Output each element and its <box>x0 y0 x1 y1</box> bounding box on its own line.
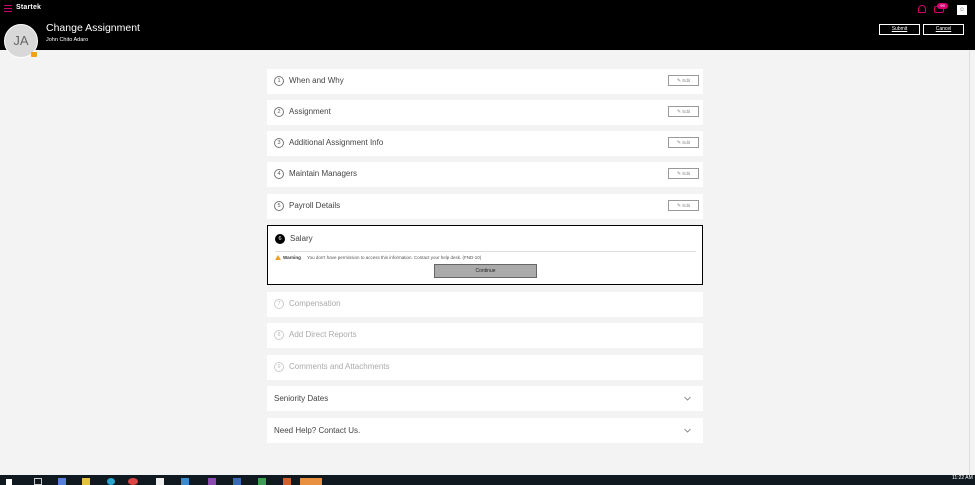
edit-button[interactable]: ✎ Edit <box>668 75 699 86</box>
warning-title: Warning <box>283 255 301 260</box>
edit-label: Edit <box>682 171 691 176</box>
notifications-icon[interactable] <box>918 5 926 13</box>
warning-icon <box>275 255 281 260</box>
step-number: 7 <box>274 299 284 309</box>
browser-icon[interactable] <box>107 478 115 485</box>
pencil-icon: ✎ <box>676 140 682 146</box>
step-number: 5 <box>274 201 284 211</box>
user-menu-icon[interactable]: ☺ <box>957 5 967 15</box>
page-header: JA Change Assignment John Chito Adaro Su… <box>0 18 975 58</box>
section-compensation: 7 Compensation <box>267 292 703 317</box>
section-label: Maintain Managers <box>289 169 358 178</box>
edit-button[interactable]: ✎ Edit <box>668 137 699 148</box>
app-icon[interactable] <box>283 478 291 485</box>
app-icon[interactable] <box>233 478 241 485</box>
section-assignment: 2 Assignment ✎ Edit <box>267 100 703 125</box>
step-number: 6 <box>275 234 285 244</box>
section-when-and-why: 1 When and Why ✎ Edit <box>267 69 703 94</box>
chrome-icon[interactable] <box>128 478 138 485</box>
notification-count-badge: 99 <box>937 3 948 9</box>
edit-label: Edit <box>682 78 691 83</box>
pencil-icon: ✎ <box>676 203 682 209</box>
section-label: Comments and Attachments <box>289 362 390 371</box>
edit-button[interactable]: ✎ Edit <box>668 106 699 117</box>
step-number: 9 <box>274 362 284 372</box>
page-scrollbar[interactable] <box>969 50 975 475</box>
section-additional-assignment-info: 3 Additional Assignment Info ✎ Edit <box>267 131 703 156</box>
top-bar: Startek 99 ☺ <box>0 0 975 18</box>
step-number: 2 <box>274 107 284 117</box>
app-icon[interactable] <box>58 478 66 485</box>
notepad-icon[interactable] <box>156 478 164 485</box>
panel-label: Seniority Dates <box>274 394 329 403</box>
warning-message: You don't have permission to access this… <box>307 255 482 260</box>
seniority-dates-panel[interactable]: Seniority Dates <box>267 386 703 411</box>
section-comments-and-attachments: 9 Comments and Attachments <box>267 355 703 380</box>
active-app-icon[interactable] <box>300 478 322 485</box>
excel-icon[interactable] <box>258 478 266 485</box>
cancel-button[interactable]: Cancel <box>923 24 964 35</box>
pencil-icon: ✎ <box>676 78 682 84</box>
edit-label: Edit <box>682 109 691 114</box>
menu-icon[interactable] <box>4 5 12 12</box>
presence-indicator <box>31 52 37 57</box>
section-salary: 6 Salary Warning You don't have permissi… <box>267 225 703 285</box>
chevron-down-icon[interactable] <box>684 396 691 401</box>
need-help-panel[interactable]: Need Help? Contact Us. <box>267 418 703 443</box>
step-number: 1 <box>274 76 284 86</box>
edit-button[interactable]: ✎ Edit <box>668 200 699 211</box>
section-label: Additional Assignment Info <box>289 138 384 147</box>
section-maintain-managers: 4 Maintain Managers ✎ Edit <box>267 162 703 187</box>
section-label: Add Direct Reports <box>289 330 357 339</box>
brand-logo[interactable]: Startek <box>16 4 41 11</box>
section-add-direct-reports: 8 Add Direct Reports <box>267 323 703 348</box>
start-icon[interactable] <box>6 479 12 485</box>
taskbar-clock: 11:22 AM <box>952 475 973 481</box>
pencil-icon: ✎ <box>676 171 682 177</box>
chevron-down-icon[interactable] <box>684 428 691 433</box>
app-icon[interactable] <box>181 478 189 485</box>
section-payroll-details: 5 Payroll Details ✎ Edit <box>267 194 703 219</box>
page-title: Change Assignment <box>46 22 140 34</box>
section-label: Assignment <box>289 107 331 116</box>
step-number: 8 <box>274 330 284 340</box>
panel-label: Need Help? Contact Us. <box>274 426 361 435</box>
divider <box>275 251 696 252</box>
file-explorer-icon[interactable] <box>82 478 90 485</box>
continue-button[interactable]: Continue <box>434 264 537 278</box>
edit-label: Edit <box>682 203 691 208</box>
section-label: Compensation <box>289 299 341 308</box>
pencil-icon: ✎ <box>676 109 682 115</box>
task-view-icon[interactable] <box>34 478 42 485</box>
section-label: When and Why <box>289 76 344 85</box>
section-label: Salary <box>290 234 313 243</box>
step-number: 3 <box>274 138 284 148</box>
edit-label: Edit <box>682 140 691 145</box>
taskbar: 11:22 AM <box>0 475 975 485</box>
step-number: 4 <box>274 169 284 179</box>
app-icon[interactable] <box>208 478 216 485</box>
submit-button[interactable]: Submit <box>879 24 920 35</box>
employee-name: John Chito Adaro <box>46 37 89 43</box>
edit-button[interactable]: ✎ Edit <box>668 168 699 179</box>
section-label: Payroll Details <box>289 201 341 210</box>
